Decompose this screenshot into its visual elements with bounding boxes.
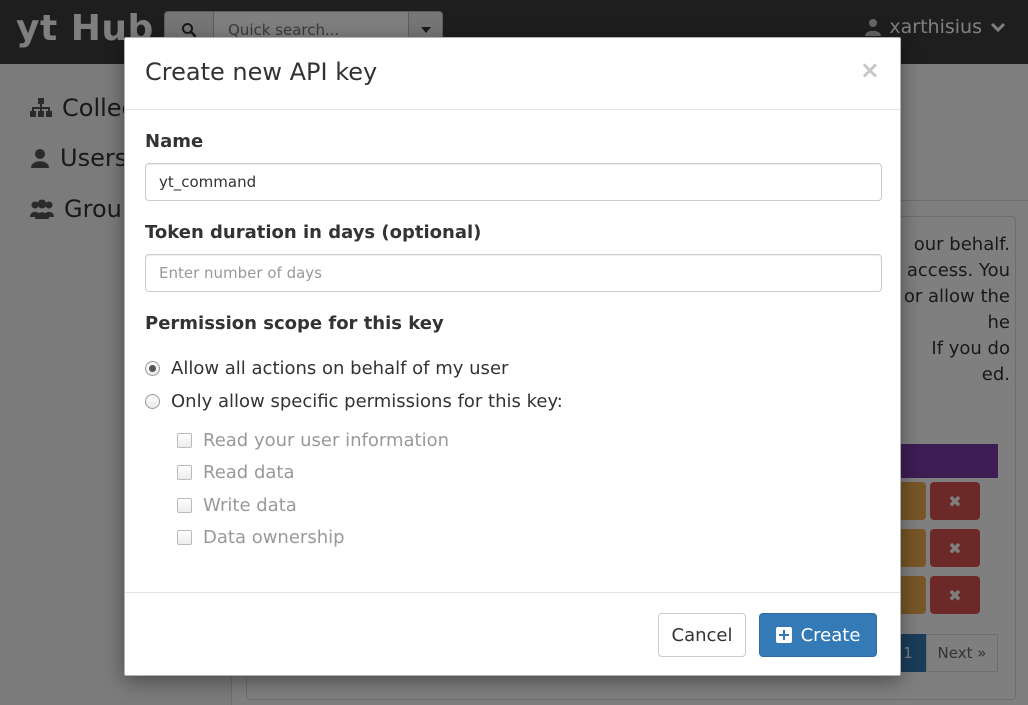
close-icon[interactable]: × <box>860 56 880 84</box>
permission-write-data[interactable]: Write data <box>177 495 297 516</box>
permission-read-user[interactable]: Read your user information <box>177 430 449 451</box>
permission-read-data[interactable]: Read data <box>177 462 295 483</box>
checkbox[interactable] <box>177 498 192 513</box>
permission-label: Read your user information <box>203 430 450 451</box>
create-api-key-dialog: Create new API key × Name Token duration… <box>124 37 901 676</box>
plus-square-icon <box>775 627 792 643</box>
scope-label: Permission scope for this key <box>145 313 444 334</box>
name-label: Name <box>145 131 204 152</box>
create-button-label: Create <box>800 624 861 646</box>
cancel-button[interactable]: Cancel <box>658 613 746 657</box>
radio-button-checked[interactable] <box>145 361 160 376</box>
scope-option-all[interactable]: Allow all actions on behalf of my user <box>145 358 508 379</box>
scope-option-label: Only allow specific permissions for this… <box>171 391 563 412</box>
radio-button[interactable] <box>145 394 160 409</box>
scope-option-label: Allow all actions on behalf of my user <box>171 358 509 379</box>
create-button[interactable]: Create <box>759 613 877 657</box>
scope-option-specific[interactable]: Only allow specific permissions for this… <box>145 391 563 412</box>
permission-label: Read data <box>203 462 295 483</box>
duration-field[interactable] <box>145 254 882 292</box>
permission-label: Write data <box>203 495 297 516</box>
modal-footer: Cancel Create <box>125 592 900 677</box>
permission-label: Data ownership <box>203 527 345 548</box>
checkbox[interactable] <box>177 465 192 480</box>
checkbox[interactable] <box>177 433 192 448</box>
name-field[interactable] <box>145 163 882 201</box>
modal-header: Create new API key × <box>125 38 900 110</box>
duration-label: Token duration in days (optional) <box>145 222 482 243</box>
permission-data-ownership[interactable]: Data ownership <box>177 527 345 548</box>
modal-title: Create new API key <box>145 58 378 86</box>
checkbox[interactable] <box>177 530 192 545</box>
